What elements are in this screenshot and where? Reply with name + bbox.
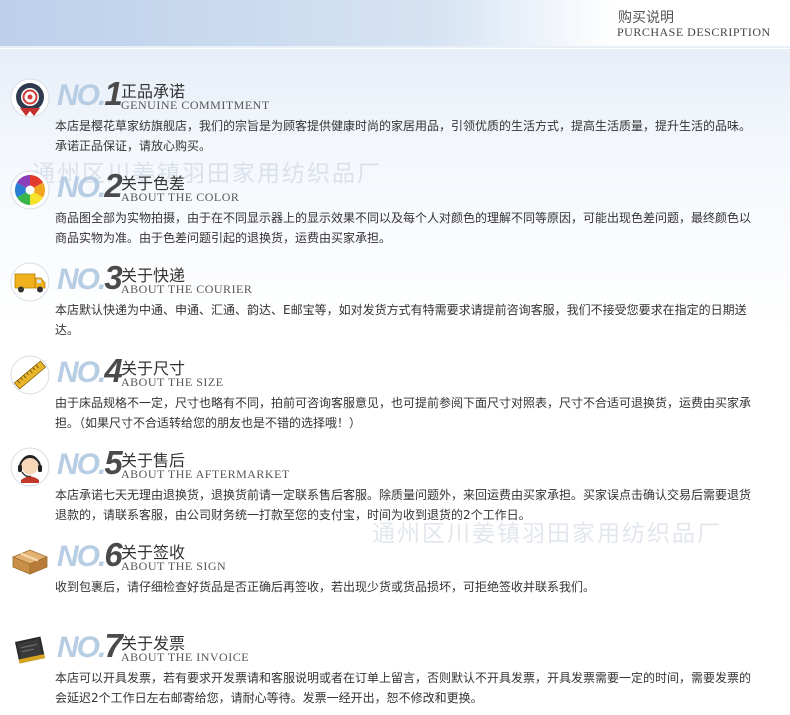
header-banner: 购买说明 PURCHASE DESCRIPTION <box>0 0 790 49</box>
section-description: 本店是樱花草家纺旗舰店，我们的宗旨是为顾客提供健康时尚的家居用品，引领优质的生活… <box>55 119 752 153</box>
section-description: 本店承诺七天无理由退换货，退换货前请一定联系售后客服。除质量问题外，来回运费由买… <box>55 488 752 522</box>
package-box-icon <box>10 539 50 579</box>
section-number: NO.4 <box>57 352 123 389</box>
seal-badge-icon <box>10 78 50 118</box>
section-number: NO.6 <box>57 536 123 573</box>
purchase-description-page: 购买说明 PURCHASE DESCRIPTION 通州区川姜镇羽田家用纺织品厂… <box>0 0 790 715</box>
section-title-en: GENUINE COMMITMENT <box>121 98 270 112</box>
section-title-en: ABOUT THE AFTERMARKET <box>121 467 290 481</box>
section-number: NO.3 <box>57 259 123 296</box>
section-title-en: ABOUT THE COLOR <box>121 190 240 204</box>
delivery-truck-icon <box>10 262 50 302</box>
color-wheel-icon <box>10 170 50 210</box>
section-title-en: ABOUT THE SIGN <box>121 559 227 573</box>
section-description: 商品图全部为实物拍摄，由于在不同显示器上的显示效果不同以及每个人对颜色的理解不同… <box>55 211 752 245</box>
section-number: NO.7 <box>57 627 123 664</box>
section-description: 收到包裹后，请仔细检查好货品是否正确后再签收，若出现少货或货品损坏，可拒绝签收并… <box>55 580 596 594</box>
section-description: 本店默认快递为中通、申通、汇通、韵达、E邮宝等，如对发货方式有特需要求请提前咨询… <box>55 303 747 337</box>
invoice-book-icon <box>10 630 50 670</box>
section-description: 本店可以开具发票，若有要求开发票请和客服说明或者在订单上留言，否则默认不开具发票… <box>55 671 752 705</box>
section-title-en: ABOUT THE COURIER <box>121 282 253 296</box>
section-number: NO.2 <box>57 167 123 204</box>
customer-service-headset-icon <box>10 447 50 487</box>
section-title-en: ABOUT THE SIZE <box>121 375 224 389</box>
section-number: NO.5 <box>57 444 123 481</box>
section-title-en: ABOUT THE INVOICE <box>121 650 250 664</box>
ruler-icon <box>10 355 50 395</box>
header-subtitle: PURCHASE DESCRIPTION <box>617 25 771 39</box>
header-divider <box>0 46 790 48</box>
section-number: NO.1 <box>57 75 123 112</box>
header-title: 购买说明 <box>618 10 674 26</box>
section-description: 由于床品规格不一定，尺寸也略有不同，拍前可咨询客服意见，也可提前参阅下面尺寸对照… <box>55 396 752 430</box>
